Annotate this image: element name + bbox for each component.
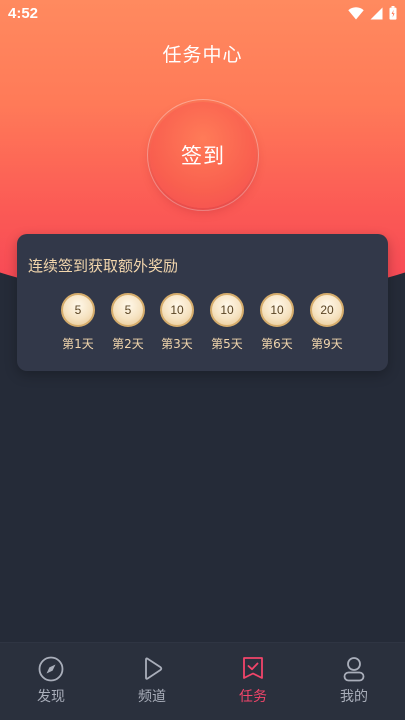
coin-icon: 10	[260, 293, 294, 327]
reward-day: 10 第6天	[252, 293, 302, 352]
signal-icon	[370, 7, 383, 20]
status-time: 4:52	[8, 5, 39, 22]
reward-day: 20 第9天	[302, 293, 352, 352]
play-icon	[145, 657, 163, 680]
tab-channel[interactable]: 频道	[117, 655, 187, 706]
checkin-ring: 签到	[147, 99, 259, 211]
tab-label: 频道	[138, 689, 166, 705]
streak-reward-card: 连续签到获取额外奖励 5 第1天 5 第2天 10 第3天 10 第5天 10 …	[17, 234, 388, 371]
checkin-button[interactable]: 签到	[150, 102, 256, 208]
coin-icon: 10	[160, 293, 194, 327]
tab-tasks[interactable]: 任务	[218, 655, 288, 706]
reward-card-title: 连续签到获取额外奖励	[28, 257, 179, 275]
battery-icon	[389, 6, 397, 20]
page-title: 任务中心	[162, 44, 243, 66]
coin-icon: 5	[61, 293, 95, 327]
reward-day-label: 第6天	[261, 337, 293, 351]
reward-day-label: 第5天	[211, 337, 243, 351]
tab-label: 任务	[239, 689, 267, 705]
coin-icon: 5	[111, 293, 145, 327]
bottom-nav: 发现 频道 任务 我的	[0, 642, 405, 720]
coin-icon: 10	[210, 293, 244, 327]
coin-icon: 20	[310, 293, 344, 327]
compass-icon	[38, 656, 64, 682]
tab-discover[interactable]: 发现	[16, 655, 86, 706]
profile-icon	[343, 657, 365, 682]
wifi-icon	[348, 6, 364, 20]
status-icons	[348, 6, 397, 20]
reward-day-label: 第9天	[311, 337, 343, 351]
reward-day: 5 第2天	[103, 293, 153, 352]
reward-day: 10 第3天	[152, 293, 202, 352]
reward-day-label: 第2天	[112, 337, 144, 351]
reward-days-row: 5 第1天 5 第2天 10 第3天 10 第5天 10 第6天 20 第9天	[17, 293, 388, 363]
reward-day: 5 第1天	[53, 293, 103, 352]
tab-profile[interactable]: 我的	[319, 655, 389, 706]
reward-day: 10 第5天	[202, 293, 252, 352]
tab-label: 发现	[37, 689, 65, 705]
reward-day-label: 第1天	[62, 337, 94, 351]
reward-day-label: 第3天	[161, 337, 193, 351]
task-center-screen: 4:52 任务中心 签到 连续签到获取额外奖励 5 第1天 5 第2天 10 第…	[0, 0, 405, 720]
tab-label: 我的	[340, 689, 368, 705]
status-bar: 4:52	[0, 0, 405, 28]
task-check-icon	[243, 657, 263, 679]
